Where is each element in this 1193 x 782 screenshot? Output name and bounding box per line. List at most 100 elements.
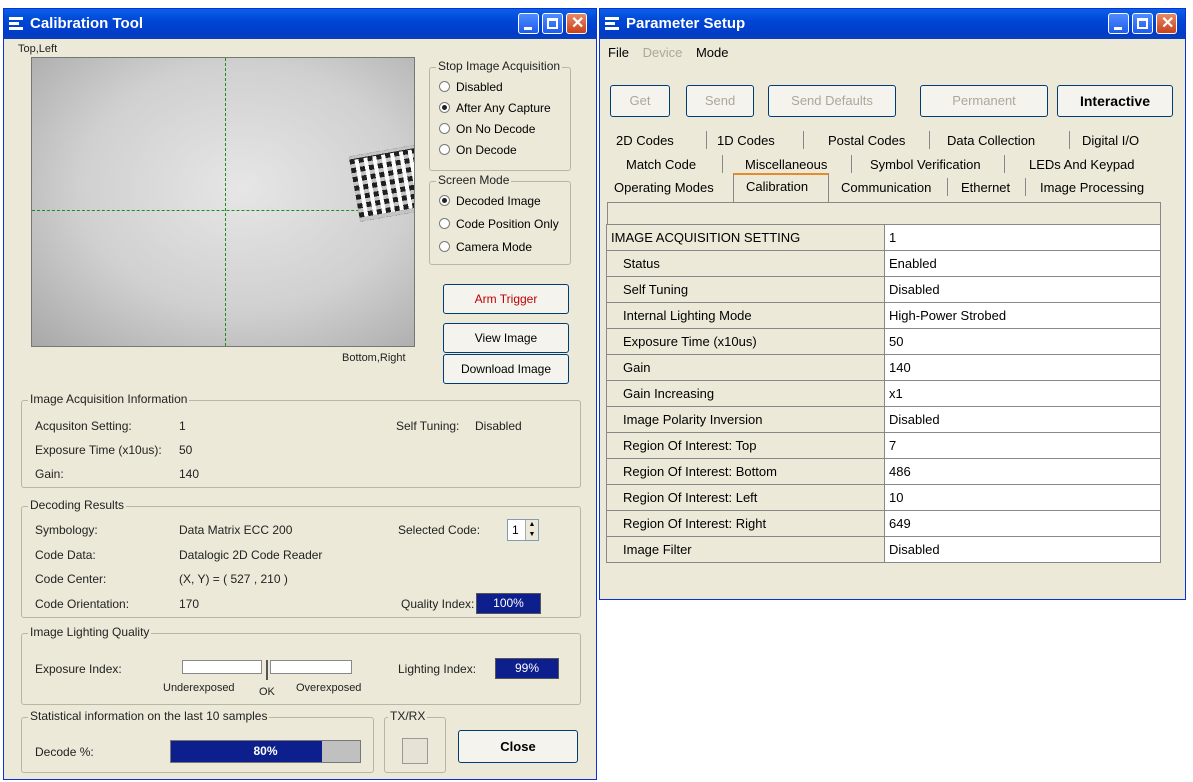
spinner-up-icon[interactable]: ▲ [525, 520, 538, 530]
camera-image[interactable] [31, 57, 415, 347]
code-orientation-label: Code Orientation: [35, 597, 130, 611]
parameter-value[interactable]: 140 [884, 354, 1161, 381]
send-defaults-button[interactable]: Send Defaults [768, 85, 896, 117]
get-button[interactable]: Get [610, 85, 670, 117]
table-row[interactable]: Region Of Interest: Bottom 486 [606, 458, 1161, 485]
parameter-value[interactable]: 1 [884, 224, 1161, 251]
symbology-label: Symbology: [35, 523, 98, 537]
minimize-icon[interactable] [518, 13, 539, 34]
radio-on-no-decode[interactable]: On No Decode [439, 122, 535, 136]
tab-match-code[interactable]: Match Code [626, 157, 696, 172]
radio-after-any-capture[interactable]: After Any Capture [439, 101, 551, 115]
crosshair-vertical [225, 58, 226, 346]
tab-postal-codes[interactable]: Postal Codes [828, 133, 905, 148]
window-title: Parameter Setup [626, 15, 746, 32]
tab-data-collection[interactable]: Data Collection [947, 133, 1035, 148]
menu-mode[interactable]: Mode [696, 45, 729, 60]
table-row[interactable]: Gain 140 [606, 354, 1161, 381]
selected-code-spinner[interactable]: 1 ▲ ▼ [507, 519, 539, 541]
menu-device[interactable]: Device [643, 45, 683, 60]
parameter-value[interactable]: Disabled [884, 276, 1161, 303]
parameter-name: Region Of Interest: Top [606, 432, 885, 459]
parameter-value[interactable]: Disabled [884, 536, 1161, 563]
app-icon [9, 17, 25, 31]
tab-1d-codes[interactable]: 1D Codes [717, 133, 775, 148]
decode-progress-bar: 80% [170, 740, 361, 763]
parameter-name: Region Of Interest: Left [606, 484, 885, 511]
spinner-down-icon[interactable]: ▼ [525, 530, 538, 540]
parameter-value[interactable]: 50 [884, 328, 1161, 355]
tab-digital-io[interactable]: Digital I/O [1082, 133, 1139, 148]
code-center-value: (X, Y) = ( 527 , 210 ) [179, 572, 288, 586]
parameter-value[interactable]: High-Power Strobed [884, 302, 1161, 329]
parameter-value[interactable]: 7 [884, 432, 1161, 459]
table-row[interactable]: Self Tuning Disabled [606, 276, 1161, 303]
parameter-value[interactable]: 649 [884, 510, 1161, 537]
overexposed-label: Overexposed [296, 682, 362, 694]
tab-communication[interactable]: Communication [841, 180, 931, 195]
calibration-titlebar[interactable]: Calibration Tool ✕ [4, 9, 596, 39]
view-image-button[interactable]: View Image [443, 323, 569, 353]
radio-label: Camera Mode [456, 240, 533, 254]
calibration-tool-window: Calibration Tool ✕ Top,Left Bottom,Right… [3, 8, 597, 780]
tab-divider [722, 155, 723, 173]
table-row[interactable]: Exposure Time (x10us) 50 [606, 328, 1161, 355]
table-row[interactable]: Region Of Interest: Left 10 [606, 484, 1161, 511]
radio-disabled[interactable]: Disabled [439, 80, 503, 94]
symbology-value: Data Matrix ECC 200 [179, 523, 293, 537]
tab-2d-codes[interactable]: 2D Codes [616, 133, 674, 148]
tab-divider [706, 131, 707, 149]
table-row[interactable]: Status Enabled [606, 250, 1161, 277]
table-row[interactable]: Image Filter Disabled [606, 536, 1161, 563]
parameter-name: Self Tuning [606, 276, 885, 303]
table-row[interactable]: Region Of Interest: Right 649 [606, 510, 1161, 537]
table-row[interactable]: Image Polarity Inversion Disabled [606, 406, 1161, 433]
tab-operating-modes[interactable]: Operating Modes [614, 180, 714, 195]
tab-divider [851, 155, 852, 173]
send-button[interactable]: Send [686, 85, 754, 117]
tab-calibration-active[interactable]: Calibration [733, 173, 829, 203]
exposure-meter-indicator [266, 660, 268, 680]
parameter-value[interactable]: 486 [884, 458, 1161, 485]
minimize-icon[interactable] [1108, 13, 1129, 34]
table-row[interactable]: IMAGE ACQUISITION SETTING 1 [606, 224, 1161, 251]
menu-file[interactable]: File [608, 45, 629, 60]
tab-miscellaneous[interactable]: Miscellaneous [745, 157, 827, 172]
parameter-table: IMAGE ACQUISITION SETTING 1 Status Enabled S… [606, 224, 1161, 563]
radio-camera-mode[interactable]: Camera Mode [439, 240, 532, 254]
screen-mode-title: Screen Mode [436, 173, 512, 187]
tab-symbol-verification[interactable]: Symbol Verification [870, 157, 981, 172]
radio-button [439, 102, 450, 113]
interactive-button[interactable]: Interactive [1057, 85, 1173, 117]
tab-image-processing[interactable]: Image Processing [1040, 180, 1144, 195]
txrx-group: TX/RX [384, 709, 446, 773]
exposure-meter-over [270, 660, 352, 674]
maximize-icon[interactable] [1132, 13, 1153, 34]
parameter-value[interactable]: Disabled [884, 406, 1161, 433]
close-icon[interactable]: ✕ [566, 13, 587, 34]
radio-code-position-only[interactable]: Code Position Only [439, 217, 559, 231]
arm-trigger-button[interactable]: Arm Trigger [443, 284, 569, 314]
radio-on-decode[interactable]: On Decode [439, 143, 517, 157]
gain-label: Gain: [35, 467, 64, 481]
parameter-value[interactable]: x1 [884, 380, 1161, 407]
table-row[interactable]: Region Of Interest: Top 7 [606, 432, 1161, 459]
parameter-value[interactable]: 10 [884, 484, 1161, 511]
table-row[interactable]: Gain Increasing x1 [606, 380, 1161, 407]
radio-button [439, 241, 450, 252]
table-row[interactable]: Internal Lighting Mode High-Power Strobed [606, 302, 1161, 329]
tab-leds-and-keypad[interactable]: LEDs And Keypad [1029, 157, 1135, 172]
tab-calibration-label: Calibration [746, 179, 809, 194]
close-icon[interactable]: ✕ [1156, 13, 1177, 34]
close-button[interactable]: Close [458, 730, 578, 763]
permanent-button[interactable]: Permanent [920, 85, 1048, 117]
corner-bottom-right-label: Bottom,Right [342, 352, 406, 364]
tab-ethernet[interactable]: Ethernet [961, 180, 1010, 195]
maximize-icon[interactable] [542, 13, 563, 34]
download-image-button[interactable]: Download Image [443, 354, 569, 384]
parameter-titlebar[interactable]: Parameter Setup ✕ [600, 9, 1185, 39]
parameter-value[interactable]: Enabled [884, 250, 1161, 277]
radio-decoded-image[interactable]: Decoded Image [439, 194, 541, 208]
tab-panel [607, 202, 1161, 226]
radio-label: Disabled [456, 80, 503, 94]
